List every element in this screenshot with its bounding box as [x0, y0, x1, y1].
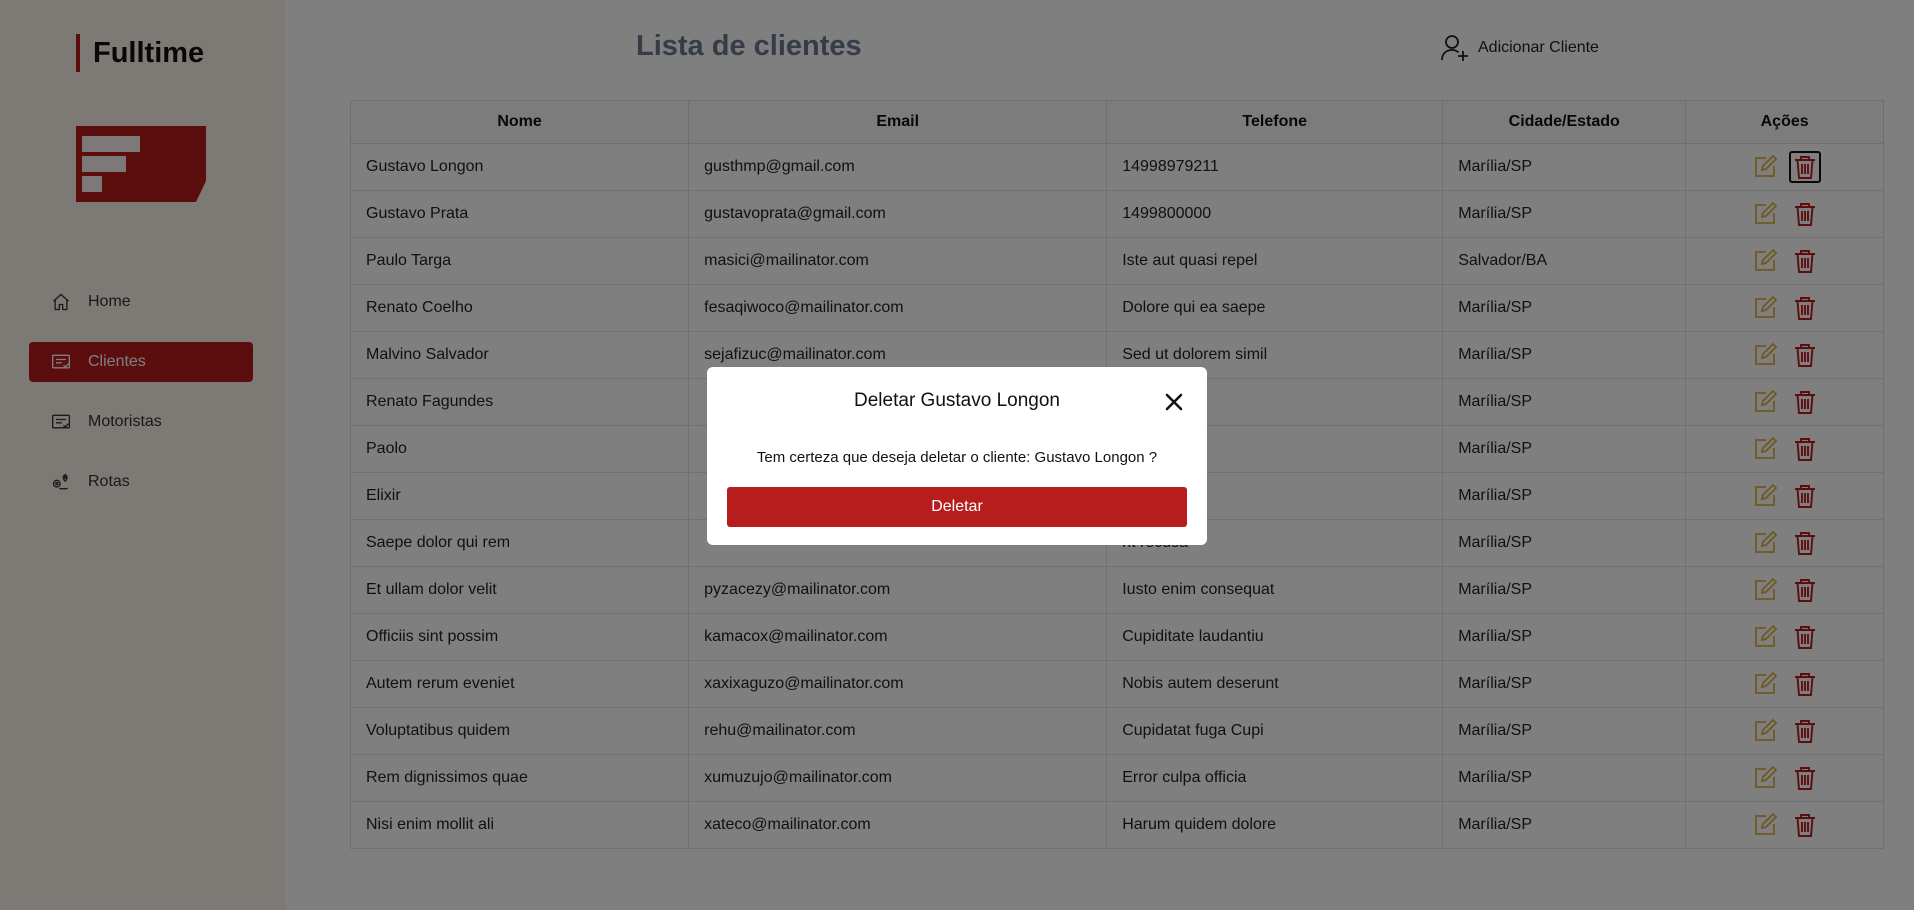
confirm-delete-button[interactable]: Deletar [727, 487, 1187, 527]
delete-dialog: Deletar Gustavo Longon Tem certeza que d… [707, 367, 1207, 545]
dialog-title: Deletar Gustavo Longon [854, 390, 1060, 411]
close-icon[interactable] [1163, 391, 1185, 413]
dialog-message: Tem certeza que deseja deletar o cliente… [756, 449, 1158, 466]
